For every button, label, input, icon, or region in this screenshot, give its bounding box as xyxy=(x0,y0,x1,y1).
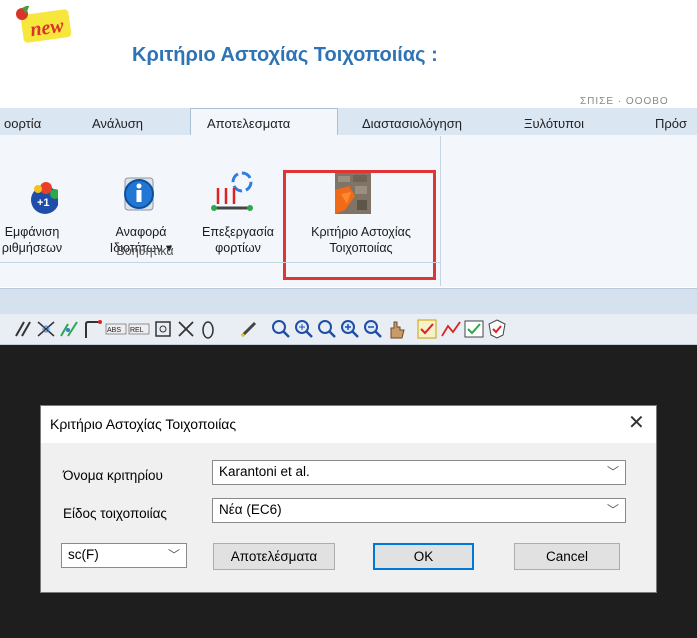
masonry-type-label: Είδος τοιχοποιίας xyxy=(63,506,167,521)
group-divider xyxy=(0,262,440,263)
pencil-icon[interactable] xyxy=(238,318,260,340)
rect-select-icon[interactable] xyxy=(152,318,174,340)
parallel-lines-icon[interactable] xyxy=(12,318,34,340)
loads-processing-line1: Επεξεργασία xyxy=(201,225,274,239)
sc-select[interactable]: sc(F) ﹀ xyxy=(61,543,187,568)
zoom-out-icon[interactable] xyxy=(362,318,384,340)
loads-processing-icon[interactable] xyxy=(210,170,256,214)
cancel-button[interactable]: Cancel xyxy=(514,543,620,570)
cropped-text: ΣΠΙΣΕ · ΟΟΟΒΟ xyxy=(580,96,669,107)
corner-icon[interactable] xyxy=(82,318,104,340)
chevron-down-icon: ﹀ xyxy=(606,503,619,517)
numbering-icon[interactable]: +1 xyxy=(10,180,58,216)
tab-results[interactable]: Αποτελεσματα xyxy=(207,116,290,131)
ribbon-tab-bar: οορτία Ανάλυση Αποτελεσματα Διαστασιολόγ… xyxy=(0,108,697,136)
sc-value: sc(F) xyxy=(68,547,99,562)
dialog-title: Κριτήριο Αστοχίας Τοιχοποιίας xyxy=(50,416,237,432)
criterion-name-value: Karantoni et al. xyxy=(219,464,310,479)
chevron-down-icon: ﹀ xyxy=(606,465,619,479)
zoom-extents-icon[interactable] xyxy=(293,318,315,340)
shield-check-icon[interactable] xyxy=(486,318,508,340)
tab-design[interactable]: Διαστασιολόγηση xyxy=(362,116,462,131)
highlight-box xyxy=(283,170,436,280)
join-icon[interactable] xyxy=(58,318,80,340)
ribbon-bottom-strip xyxy=(0,288,697,315)
pan-hand-icon[interactable] xyxy=(386,318,408,340)
graph-icon[interactable] xyxy=(440,318,462,340)
svg-text:+1: +1 xyxy=(37,197,50,209)
group-label: Βοηθητικά xyxy=(116,244,174,258)
show-numbering-line1: Εμφάνιση xyxy=(4,225,60,239)
tab-analysis[interactable]: Ανάλυση xyxy=(92,116,143,131)
zoom-window-icon[interactable] xyxy=(270,318,292,340)
masonry-type-value: Νέα (EC6) xyxy=(219,502,282,517)
tab-formwork[interactable]: Ξυλότυποι xyxy=(524,116,584,131)
properties-report-line1: Αναφορά xyxy=(115,225,167,239)
tab-more[interactable]: Πρόσ xyxy=(655,116,687,131)
rel-icon[interactable]: REL xyxy=(128,318,150,340)
zoom-in-icon[interactable] xyxy=(339,318,361,340)
close-icon[interactable]: ✕ xyxy=(628,410,645,435)
new-badge-icon: new xyxy=(16,6,72,43)
checkbox-icon[interactable] xyxy=(416,318,438,340)
criterion-name-label: Όνομα κριτηρίου xyxy=(63,468,163,483)
page-title: Κριτήριο Αστοχίας Τοιχοποιίας : xyxy=(132,44,438,66)
ok-button[interactable]: OK xyxy=(373,543,474,570)
chevron-down-icon: ﹀ xyxy=(167,548,180,562)
svg-text:REL: REL xyxy=(130,327,144,334)
svg-text:new: new xyxy=(29,15,66,42)
zoom-previous-icon[interactable] xyxy=(316,318,338,340)
delete-x-icon[interactable] xyxy=(175,318,197,340)
info-icon[interactable] xyxy=(119,174,159,214)
check-table-icon[interactable] xyxy=(463,318,485,340)
masonry-type-select[interactable]: Νέα (EC6) ﹀ xyxy=(212,498,626,523)
criterion-name-select[interactable]: Karantoni et al. ﹀ xyxy=(212,460,626,485)
intersect-icon[interactable] xyxy=(35,318,57,340)
results-button[interactable]: Αποτελέσματα xyxy=(213,543,335,570)
tab-loads[interactable]: οορτία xyxy=(4,116,41,131)
paperclip-icon[interactable] xyxy=(197,318,219,340)
svg-text:ABS: ABS xyxy=(107,327,121,334)
abs-icon[interactable]: ABS xyxy=(105,318,127,340)
